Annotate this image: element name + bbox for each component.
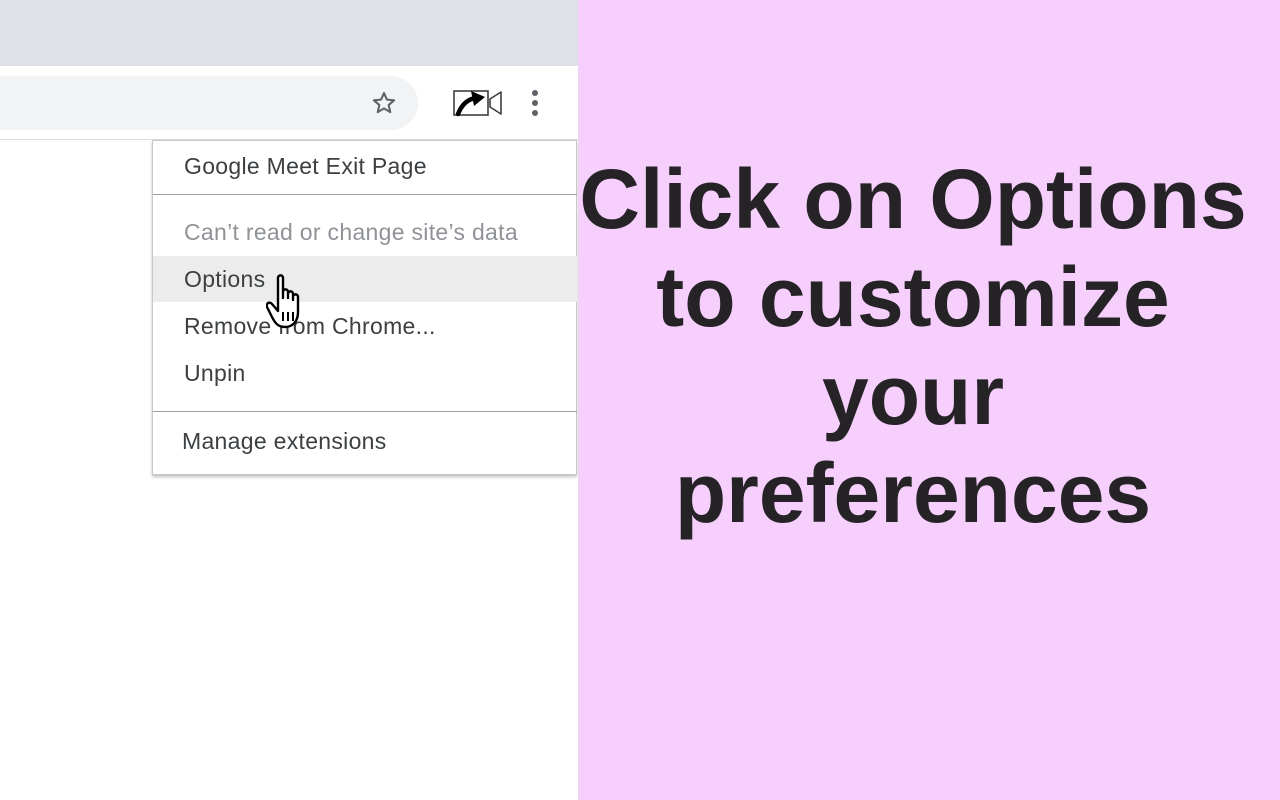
menu-divider xyxy=(153,194,577,195)
hand-pointer-cursor-icon xyxy=(266,274,300,329)
menu-item-unpin[interactable]: Unpin xyxy=(153,350,577,396)
screenshot: Google Meet Exit Page Can’t read or chan… xyxy=(0,0,1280,800)
address-bar[interactable] xyxy=(0,76,418,130)
menu-item-manage-extensions[interactable]: Manage extensions xyxy=(153,418,577,464)
menu-item-site-access: Can’t read or change site’s data xyxy=(184,219,518,245)
browser-toolbar xyxy=(0,66,578,140)
kebab-menu-icon xyxy=(532,90,538,116)
browser-window: Google Meet Exit Page Can’t read or chan… xyxy=(0,0,578,800)
star-icon xyxy=(372,92,396,114)
bookmark-star-button[interactable] xyxy=(368,87,400,119)
menu-item-remove[interactable]: Remove from Chrome... xyxy=(153,303,577,349)
meet-exit-extension-button[interactable] xyxy=(450,86,506,120)
browser-menu-button[interactable] xyxy=(520,86,550,120)
menu-item-extension-name[interactable]: Google Meet Exit Page xyxy=(153,143,577,189)
menu-divider xyxy=(153,411,577,412)
promo-panel: Click on Options to customize your prefe… xyxy=(578,0,1280,800)
meet-exit-extension-icon xyxy=(453,90,502,117)
promo-headline: Click on Options to customize your prefe… xyxy=(579,152,1247,540)
menu-item-options[interactable]: Options xyxy=(153,256,577,302)
tab-strip xyxy=(0,0,578,66)
extension-context-menu: Google Meet Exit Page Can’t read or chan… xyxy=(152,140,577,475)
